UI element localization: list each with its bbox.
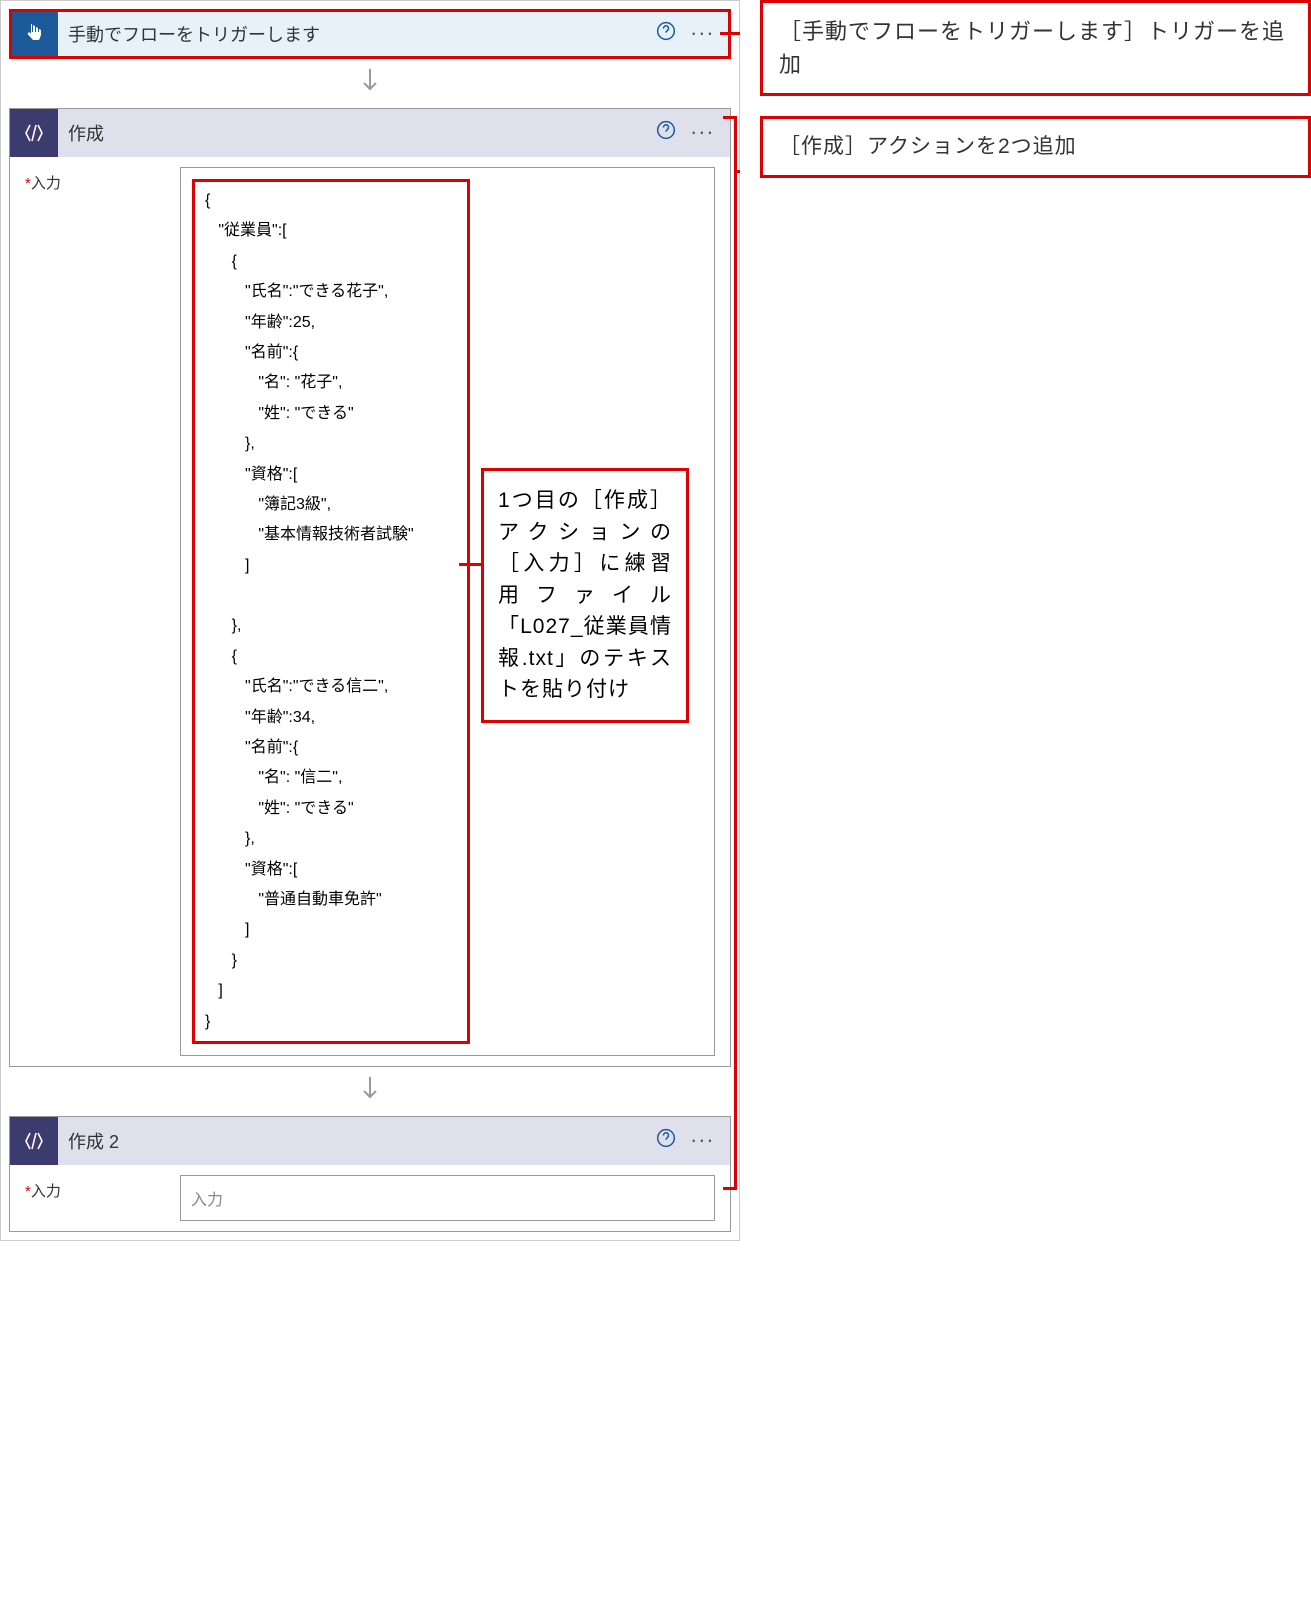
flow-designer-canvas: 手動でフローをトリガーします ... 作成: [0, 0, 740, 1241]
json-input-content[interactable]: { "従業員":[ { "氏名":"できる花子", "年齢":25, "名前":…: [191, 178, 471, 1045]
input-placeholder: 入力: [191, 1192, 223, 1209]
compose2-input-field[interactable]: 入力: [180, 1175, 715, 1221]
more-menu-icon[interactable]: ...: [691, 15, 715, 41]
input-label: *入力: [25, 1175, 170, 1221]
annotation-connector: [459, 563, 481, 566]
more-menu-icon[interactable]: ...: [691, 1122, 715, 1148]
annotation-connector-1: [720, 32, 740, 35]
flow-arrow-icon: [1, 67, 739, 100]
annotation-trigger: ［手動でフローをトリガーします］トリガーを追加: [760, 0, 1311, 96]
trigger-header[interactable]: 手動でフローをトリガーします ...: [10, 10, 730, 58]
annotation-connector-2: [737, 170, 740, 173]
flow-arrow-icon: [1, 1075, 739, 1108]
annotation-bracket: [723, 116, 737, 1190]
compose1-title: 作成: [58, 120, 656, 146]
compose2-title: 作成 2: [58, 1128, 656, 1154]
help-icon[interactable]: [656, 21, 676, 47]
compose-icon: [10, 1117, 58, 1165]
compose1-body: *入力 { "従業員":[ { "氏名":"できる花子", "年齢":25, "…: [10, 157, 730, 1066]
compose-icon: [10, 109, 58, 157]
compose2-body: *入力 入力: [10, 1165, 730, 1231]
help-icon[interactable]: [656, 1128, 676, 1154]
compose1-header[interactable]: 作成 ...: [10, 109, 730, 157]
input-label: *入力: [25, 167, 170, 1056]
annotation-two-compose: ［作成］アクションを2つ追加: [760, 116, 1311, 178]
compose1-input-field[interactable]: { "従業員":[ { "氏名":"できる花子", "年齢":25, "名前":…: [180, 167, 715, 1056]
compose-action-card-2[interactable]: 作成 2 ... *入力 入力: [9, 1116, 731, 1232]
manual-trigger-icon: [10, 10, 58, 58]
trigger-title: 手動でフローをトリガーします: [58, 21, 656, 47]
compose-action-card-1[interactable]: 作成 ... *入力 { "従業員":[ { "氏名":"できる花子", "年齢…: [9, 108, 731, 1067]
compose2-header[interactable]: 作成 2 ...: [10, 1117, 730, 1165]
help-icon[interactable]: [656, 120, 676, 146]
annotation-sidebar: ［手動でフローをトリガーします］トリガーを追加 ［作成］アクションを2つ追加: [740, 0, 1311, 1241]
more-menu-icon[interactable]: ...: [691, 114, 715, 140]
trigger-card[interactable]: 手動でフローをトリガーします ...: [9, 9, 731, 59]
annotation-paste-file: 1つ目の［作成］アクションの［入力］に練習用ファイル「L027_従業員情報.tx…: [481, 468, 689, 723]
